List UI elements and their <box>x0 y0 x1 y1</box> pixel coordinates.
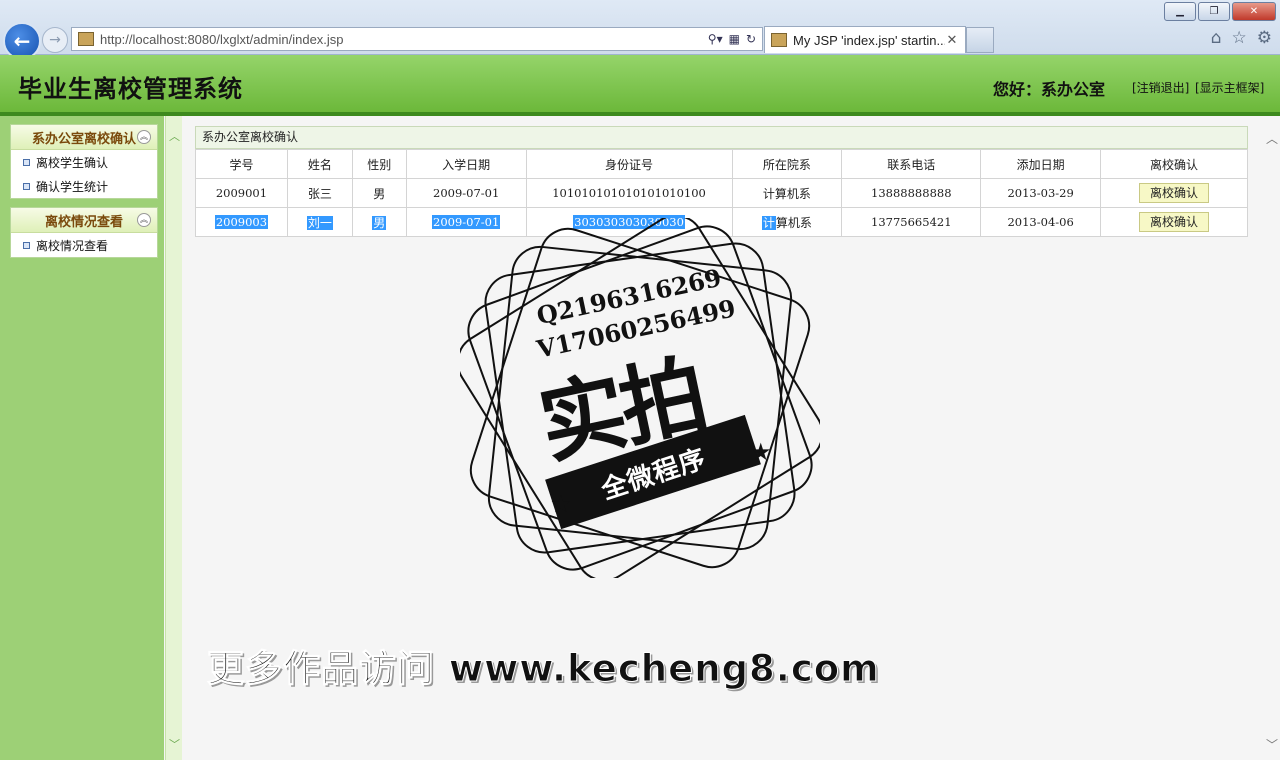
column-header: 入学日期 <box>405 149 527 179</box>
watermark-stamp: Q2196316269 V17060256499 实拍 全微程序 ★ ★ <box>460 218 820 578</box>
bottom-watermark: 更多作品访问 www.kecheng8.com <box>207 647 880 691</box>
cell-gender: 男 <box>351 207 407 237</box>
forward-arrow-icon[interactable]: → <box>42 27 68 53</box>
menu-group-confirm: 系办公室离校确认 ︽ 离校学生确认 确认学生统计 <box>10 124 158 199</box>
bullet-icon <box>23 182 30 190</box>
cell-action: 离校确认 <box>1100 207 1248 237</box>
bullet-icon <box>23 158 30 166</box>
close-window-icon[interactable]: ✕ <box>1232 2 1276 21</box>
column-header: 姓名 <box>286 149 353 179</box>
sidebar-item-confirm-students[interactable]: 离校学生确认 <box>11 150 157 174</box>
logout-link[interactable]: [注销退出] <box>1132 79 1189 96</box>
user-greeting: 您好：系办公室 <box>993 80 1106 99</box>
menu-group-title[interactable]: 系办公室离校确认 ︽ <box>11 125 157 150</box>
column-header: 身份证号 <box>525 149 733 179</box>
scroll-up-arrow-icon[interactable]: ︿ <box>1266 130 1278 147</box>
app-title: 毕业生离校管理系统 <box>18 74 243 103</box>
sidebar-item-view-leaving[interactable]: 离校情况查看 <box>11 233 157 257</box>
table-row: 2009001 张三 男 2009-07-01 1010101010101010… <box>195 178 1248 208</box>
cell-name: 张三 <box>286 178 353 208</box>
cell-phone: 13888888888 <box>841 178 982 208</box>
address-bar[interactable]: http://localhost:8080/lxglxt/admin/index… <box>71 27 763 51</box>
cell-phone: 13775665421 <box>841 207 982 237</box>
browser-tab[interactable]: My JSP 'index.jsp' startin... ✕ <box>764 26 966 53</box>
cell-student-id: 2009001 <box>195 178 288 208</box>
url-text: http://localhost:8080/lxglxt/admin/index… <box>100 31 344 47</box>
app-header: 毕业生离校管理系统 您好：系办公室 [注销退出] [显示主框架] <box>0 55 1280 116</box>
cell-added-date: 2013-03-29 <box>980 178 1102 208</box>
cell-name: 刘一 <box>286 207 353 237</box>
window-controls: ▁ ❐ ✕ <box>1164 2 1276 21</box>
cell-action: 离校确认 <box>1100 178 1248 208</box>
scroll-down-arrow-icon[interactable]: ﹀ <box>1266 736 1278 753</box>
new-tab-button[interactable] <box>966 27 994 53</box>
menu-group-view: 离校情况查看 ︽ 离校情况查看 <box>10 207 158 258</box>
tab-close-icon[interactable]: ✕ <box>945 33 959 48</box>
cell-id-number: 101010101010101010100 <box>525 178 733 208</box>
sidebar-splitter[interactable]: ︿ ﹀ <box>165 116 182 760</box>
star-icon: ★ <box>750 438 772 466</box>
compat-view-icon[interactable]: ▦ <box>729 32 740 46</box>
search-icon[interactable]: ⚲▾ <box>708 32 723 46</box>
sidebar-item-confirm-stats[interactable]: 确认学生统计 <box>11 174 157 198</box>
browser-chrome: ▁ ❐ ✕ ← → http://localhost:8080/lxglxt/a… <box>0 0 1280 60</box>
collapse-chevron-up-icon[interactable]: ︽ <box>137 213 151 227</box>
favorites-star-icon[interactable]: ☆ <box>1232 28 1247 48</box>
cell-enroll-date: 2009-07-01 <box>405 178 527 208</box>
home-icon[interactable]: ⌂ <box>1211 28 1222 48</box>
scroll-up-arrow-icon[interactable]: ︿ <box>169 128 180 144</box>
cell-added-date: 2013-04-06 <box>980 207 1102 237</box>
cell-student-id: 2009003 <box>195 207 288 237</box>
refresh-icon[interactable]: ↻ <box>746 32 756 46</box>
restore-icon[interactable]: ❐ <box>1198 2 1230 21</box>
bullet-icon <box>23 241 30 249</box>
column-header: 联系电话 <box>841 149 982 179</box>
tab-title: My JSP 'index.jsp' startin... <box>793 32 945 48</box>
show-main-frame-link[interactable]: [显示主框架] <box>1195 79 1264 96</box>
scroll-down-arrow-icon[interactable]: ﹀ <box>169 736 180 752</box>
star-icon: ★ <box>550 490 572 518</box>
column-header: 学号 <box>195 149 288 179</box>
column-header: 离校确认 <box>1100 149 1248 179</box>
cell-gender: 男 <box>351 178 407 208</box>
column-header: 性别 <box>351 149 407 179</box>
menu-group-title[interactable]: 离校情况查看 ︽ <box>11 208 157 233</box>
confirm-leave-button[interactable]: 离校确认 <box>1139 212 1210 232</box>
main-scrollbar[interactable]: ︿ ﹀ <box>1262 116 1280 760</box>
sidebar: 系办公室离校确认 ︽ 离校学生确认 确认学生统计 离校情况查看 ︽ 离校情况查看 <box>0 116 164 760</box>
collapse-chevron-up-icon[interactable]: ︽ <box>137 130 151 144</box>
cell-department: 计算机系 <box>731 178 843 208</box>
confirm-leave-button[interactable]: 离校确认 <box>1139 183 1210 203</box>
column-header: 添加日期 <box>980 149 1102 179</box>
panel-title: 系办公室离校确认 <box>195 126 1248 149</box>
minimize-icon[interactable]: ▁ <box>1164 2 1196 21</box>
page-favicon-icon <box>78 32 94 46</box>
table-header-row: 学号 姓名 性别 入学日期 身份证号 所在院系 联系电话 添加日期 离校确认 <box>195 149 1248 179</box>
column-header: 所在院系 <box>731 149 843 179</box>
settings-gear-icon[interactable]: ⚙ <box>1257 28 1272 48</box>
tab-favicon-icon <box>771 33 787 47</box>
